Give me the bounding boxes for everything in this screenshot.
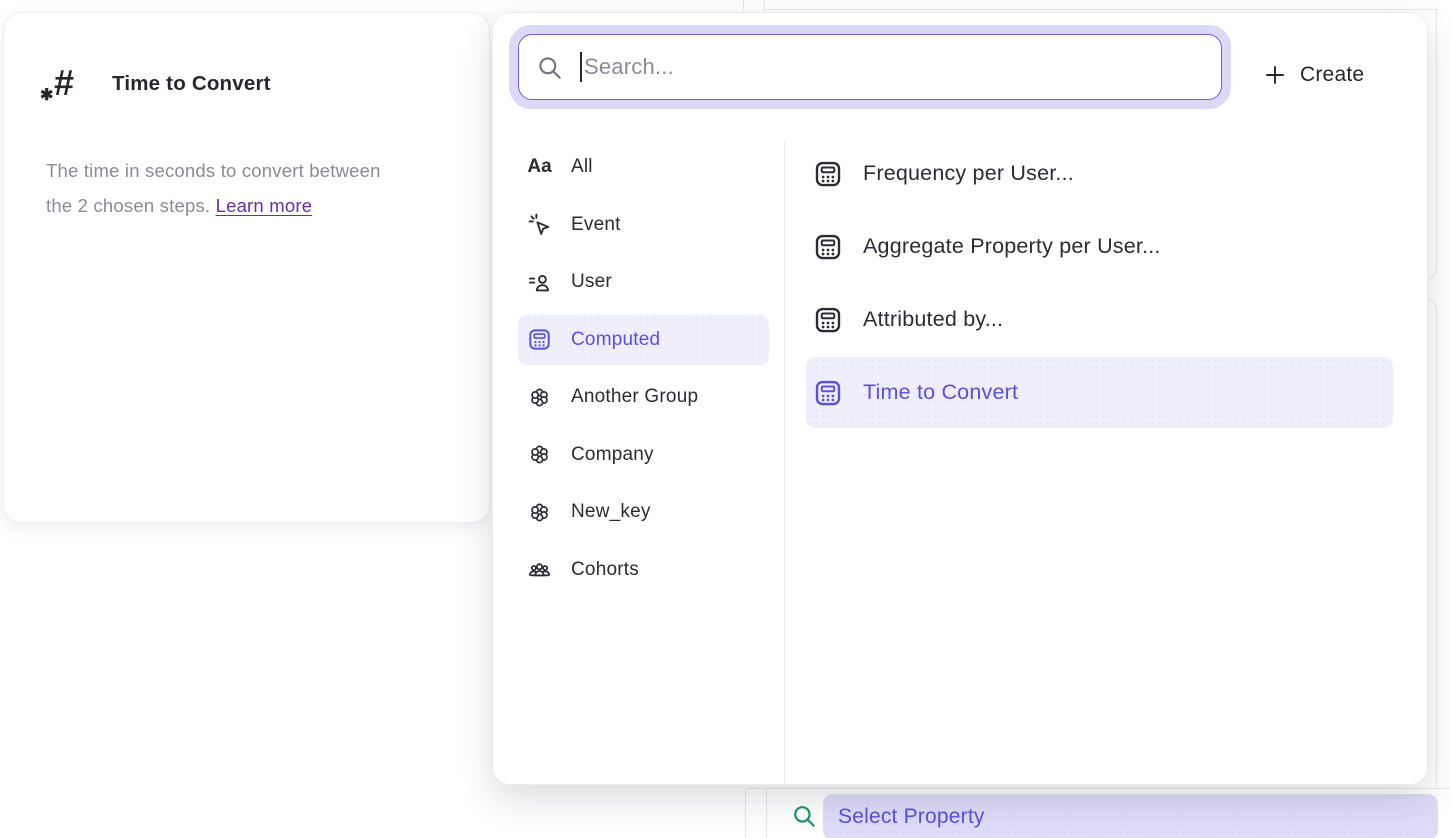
numeric-computed-icon: # ✱ bbox=[44, 57, 90, 109]
create-button[interactable]: Create bbox=[1263, 63, 1364, 87]
category-list: Aa All Event bbox=[493, 142, 784, 602]
category-label: Computed bbox=[571, 329, 660, 351]
select-property-label: Select Property bbox=[838, 805, 985, 829]
cursor-click-icon bbox=[527, 212, 552, 237]
item-label: Time to Convert bbox=[863, 380, 1018, 405]
category-user[interactable]: User bbox=[518, 257, 769, 307]
text-format-icon: Aa bbox=[527, 155, 552, 180]
query-builder-row: Select Property bbox=[745, 788, 1450, 838]
text-cursor bbox=[580, 52, 582, 82]
computed-items-list: Frequency per User... Aggregate Property… bbox=[785, 138, 1427, 430]
calculator-icon bbox=[813, 232, 843, 262]
search-input[interactable]: Search... bbox=[518, 34, 1222, 100]
hash-glyph: # bbox=[54, 57, 74, 109]
item-aggregate-property-per-user[interactable]: Aggregate Property per User... bbox=[806, 211, 1393, 282]
background-divider bbox=[766, 789, 767, 838]
calculator-icon bbox=[813, 305, 843, 335]
group-icon bbox=[527, 385, 552, 410]
item-label: Attributed by... bbox=[863, 307, 1003, 332]
app-root: Select Property # ✱ Time to Convert The … bbox=[0, 0, 1450, 838]
category-event[interactable]: Event bbox=[518, 200, 769, 250]
category-cohorts[interactable]: Cohorts bbox=[518, 545, 769, 595]
description-line2: the 2 chosen steps. bbox=[46, 195, 216, 216]
category-company[interactable]: Company bbox=[518, 430, 769, 480]
property-picker-dropdown: Search... Create Aa All bbox=[492, 12, 1428, 785]
user-icon bbox=[527, 270, 552, 295]
search-icon bbox=[791, 803, 817, 829]
calculator-icon bbox=[813, 378, 843, 408]
tooltip-title: Time to Convert bbox=[112, 72, 271, 96]
item-label: Aggregate Property per User... bbox=[863, 234, 1161, 259]
item-attributed-by[interactable]: Attributed by... bbox=[806, 284, 1393, 355]
item-frequency-per-user[interactable]: Frequency per User... bbox=[806, 138, 1393, 209]
group-icon bbox=[527, 500, 552, 525]
category-label: Event bbox=[571, 214, 621, 236]
search-placeholder: Search... bbox=[584, 54, 674, 80]
item-label: Frequency per User... bbox=[863, 161, 1074, 186]
category-new-key[interactable]: New_key bbox=[518, 487, 769, 537]
asterisk-glyph: ✱ bbox=[40, 85, 53, 105]
cohorts-icon bbox=[527, 557, 552, 582]
category-label: All bbox=[571, 156, 593, 178]
search-icon bbox=[536, 54, 563, 81]
description-line1: The time in seconds to convert between bbox=[46, 160, 381, 181]
select-property-button[interactable]: Select Property bbox=[823, 794, 1438, 838]
learn-more-link[interactable]: Learn more bbox=[216, 195, 313, 216]
category-label: Cohorts bbox=[571, 559, 639, 581]
category-label: Another Group bbox=[571, 386, 698, 408]
category-all[interactable]: Aa All bbox=[518, 142, 769, 192]
property-tooltip-card: # ✱ Time to Convert The time in seconds … bbox=[3, 12, 490, 523]
tooltip-description: The time in seconds to convert between t… bbox=[46, 153, 446, 223]
category-another-group[interactable]: Another Group bbox=[518, 372, 769, 422]
calculator-icon bbox=[527, 327, 552, 352]
category-label: Company bbox=[571, 444, 654, 466]
plus-icon bbox=[1263, 63, 1287, 87]
group-icon bbox=[527, 442, 552, 467]
search-focus-ring: Search... bbox=[509, 25, 1231, 109]
category-label: User bbox=[571, 271, 612, 293]
calculator-icon bbox=[813, 159, 843, 189]
background-divider bbox=[743, 0, 744, 10]
item-time-to-convert[interactable]: Time to Convert bbox=[806, 357, 1393, 428]
category-computed[interactable]: Computed bbox=[518, 315, 769, 365]
create-button-label: Create bbox=[1300, 63, 1364, 87]
category-label: New_key bbox=[571, 501, 651, 523]
